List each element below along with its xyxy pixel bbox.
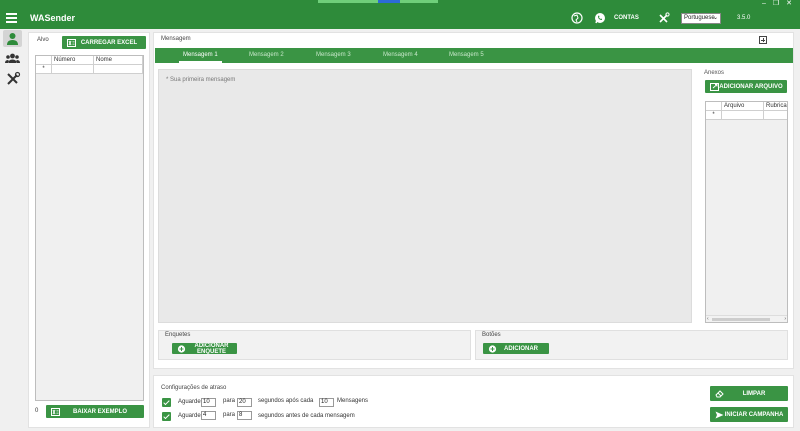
delay-before-each-checkbox[interactable] xyxy=(162,412,171,421)
load-excel-button[interactable]: CARREGAR EXCEL xyxy=(62,36,146,49)
tab-mensagem-4[interactable]: Mensagem 4 xyxy=(383,48,418,63)
add-circle-icon xyxy=(488,344,497,353)
attach-new-row-arquivo-cell[interactable] xyxy=(722,111,764,120)
expand-icon[interactable] xyxy=(759,36,767,44)
contacts-panel: Alvo CARREGAR EXCEL Número Nome * xyxy=(28,32,150,428)
row1-max-seconds-input[interactable]: 20 xyxy=(237,398,252,407)
contacts-count: 0 xyxy=(35,408,39,414)
row2-suffix-label: segundos antes de cada mensagem xyxy=(258,413,355,419)
attachments-horizontal-scrollbar[interactable]: ‹ › xyxy=(706,315,787,322)
row1-unit-label: Mensagens xyxy=(337,398,369,404)
send-icon xyxy=(715,411,724,418)
row2-para-label: para xyxy=(223,412,236,418)
add-file-button[interactable]: ADICIONAR ARQUIVO xyxy=(705,80,787,93)
download-example-label: BAIXAR EXEMPLO xyxy=(72,408,127,415)
add-file-label: ADICIONAR ARQUIVO xyxy=(719,83,783,90)
column-header-rubrica[interactable]: Rubrica xyxy=(764,102,787,111)
tab-mensagem-5[interactable]: Mensagem 5 xyxy=(449,48,484,63)
add-poll-label: ADICIONAR ENQUETE xyxy=(194,343,229,354)
tools-icon[interactable] xyxy=(658,12,670,24)
message-placeholder: * Sua primeira mensagem xyxy=(166,77,236,83)
botoes-label: Botões xyxy=(482,332,501,338)
menu-icon[interactable] xyxy=(6,13,17,23)
nav-rail xyxy=(0,29,25,431)
row1-min-seconds-input[interactable]: 10 xyxy=(201,398,216,407)
tab-mensagem-3[interactable]: Mensagem 3 xyxy=(316,48,351,63)
column-header-arquivo[interactable]: Arquivo xyxy=(722,102,764,111)
attach-new-row-marker: * xyxy=(706,111,722,120)
contacts-grid[interactable]: Número Nome * xyxy=(35,55,144,401)
excel-icon xyxy=(51,407,60,416)
attachments-grid[interactable]: Arquivo Rubrica * ‹ › xyxy=(705,101,788,323)
close-button[interactable]: ✕ xyxy=(783,0,795,8)
alvo-label: Alvo xyxy=(37,37,49,43)
eraser-icon xyxy=(715,389,724,397)
tab-mensagem-2[interactable]: Mensagem 2 xyxy=(249,48,284,63)
row1-para-label: para xyxy=(223,398,236,404)
scrollbar-thumb[interactable] xyxy=(712,318,770,321)
window-title-strip: – ❐ ✕ xyxy=(0,0,800,8)
add-poll-button[interactable]: ADICIONAR ENQUETE xyxy=(172,343,237,354)
add-button-label: ADICIONAR xyxy=(504,345,538,352)
add-circle-icon xyxy=(177,344,186,353)
delay-after-messages-checkbox[interactable] xyxy=(162,398,171,407)
delay-config-title: Configurações de atraso xyxy=(161,385,227,391)
nav-item-contacts[interactable] xyxy=(3,50,22,67)
language-select[interactable]: Portuguese ⌄ xyxy=(681,13,721,24)
clear-button[interactable]: LIMPAR xyxy=(710,386,788,401)
window-accent xyxy=(378,0,400,3)
group-icon xyxy=(5,53,20,63)
app-title: WASender xyxy=(30,13,76,23)
nav-item-tools[interactable] xyxy=(3,70,22,87)
nav-item-user[interactable] xyxy=(3,30,22,47)
row1-suffix-label: segundos após cada xyxy=(258,398,314,404)
scroll-left-icon[interactable]: ‹ xyxy=(707,316,709,322)
language-value: Portuguese xyxy=(684,15,715,21)
start-campaign-button[interactable]: INICIAR CAMPANHA xyxy=(710,407,788,422)
new-row-numero-cell[interactable] xyxy=(52,65,94,74)
new-row-nome-cell[interactable] xyxy=(94,65,143,74)
app-window: – ❐ ✕ WASender CONTAS Portuguese ⌄ 3.5.0 xyxy=(0,0,800,431)
attach-grid-corner xyxy=(706,102,722,111)
open-external-icon xyxy=(710,82,719,91)
restore-button[interactable]: ❐ xyxy=(770,0,782,8)
row2-min-seconds-input[interactable]: 4 xyxy=(201,411,216,420)
new-row-marker: * xyxy=(36,65,52,74)
tools-icon xyxy=(7,71,21,85)
grid-corner xyxy=(36,56,52,65)
message-textarea[interactable]: * Sua primeira mensagem xyxy=(158,69,692,323)
contas-link[interactable]: CONTAS xyxy=(614,15,639,21)
clear-label: LIMPAR xyxy=(742,390,766,397)
chevron-down-icon: ⌄ xyxy=(712,15,718,21)
anexos-label: Anexos xyxy=(704,70,725,76)
enquetes-section: Enquetes ADICIONAR ENQUETE xyxy=(158,330,471,360)
column-header-nome[interactable]: Nome xyxy=(94,56,143,65)
message-tabs: Mensagem 1 Mensagem 2 Mensagem 3 Mensage… xyxy=(155,48,793,63)
row1-message-count-input[interactable]: 10 xyxy=(319,398,334,407)
tab-mensagem-1[interactable]: Mensagem 1 xyxy=(179,48,222,63)
attach-new-row-rubrica-cell[interactable] xyxy=(764,111,787,120)
user-icon xyxy=(7,33,18,45)
add-button-button[interactable]: ADICIONAR xyxy=(483,343,549,354)
row1-aguarde-label: Aguarde xyxy=(178,399,201,405)
version-label: 3.5.0 xyxy=(737,15,751,21)
message-panel: Mensagem Mensagem 1 Mensagem 2 Mensagem … xyxy=(153,32,794,369)
whatsapp-icon[interactable] xyxy=(594,12,606,24)
app-bar: WASender CONTAS Portuguese ⌄ 3.5.0 xyxy=(0,8,800,29)
delay-config-panel: Configurações de atraso Aguarde 10 para … xyxy=(153,375,794,428)
column-header-numero[interactable]: Número xyxy=(52,56,94,65)
row2-max-seconds-input[interactable]: 8 xyxy=(237,411,252,420)
scroll-right-icon[interactable]: › xyxy=(784,316,786,322)
load-excel-label: CARREGAR EXCEL xyxy=(80,39,138,46)
excel-icon xyxy=(67,38,76,47)
botoes-section: Botões ADICIONAR xyxy=(475,330,788,360)
start-campaign-label: INICIAR CAMPANHA xyxy=(724,411,784,418)
message-panel-title: Mensagem xyxy=(161,36,191,42)
enquetes-label: Enquetes xyxy=(165,332,191,338)
minimize-button[interactable]: – xyxy=(758,0,770,8)
download-example-button[interactable]: BAIXAR EXEMPLO xyxy=(46,405,144,418)
row2-aguarde-label: Aguarde xyxy=(178,413,201,419)
globe-icon[interactable] xyxy=(571,12,583,24)
